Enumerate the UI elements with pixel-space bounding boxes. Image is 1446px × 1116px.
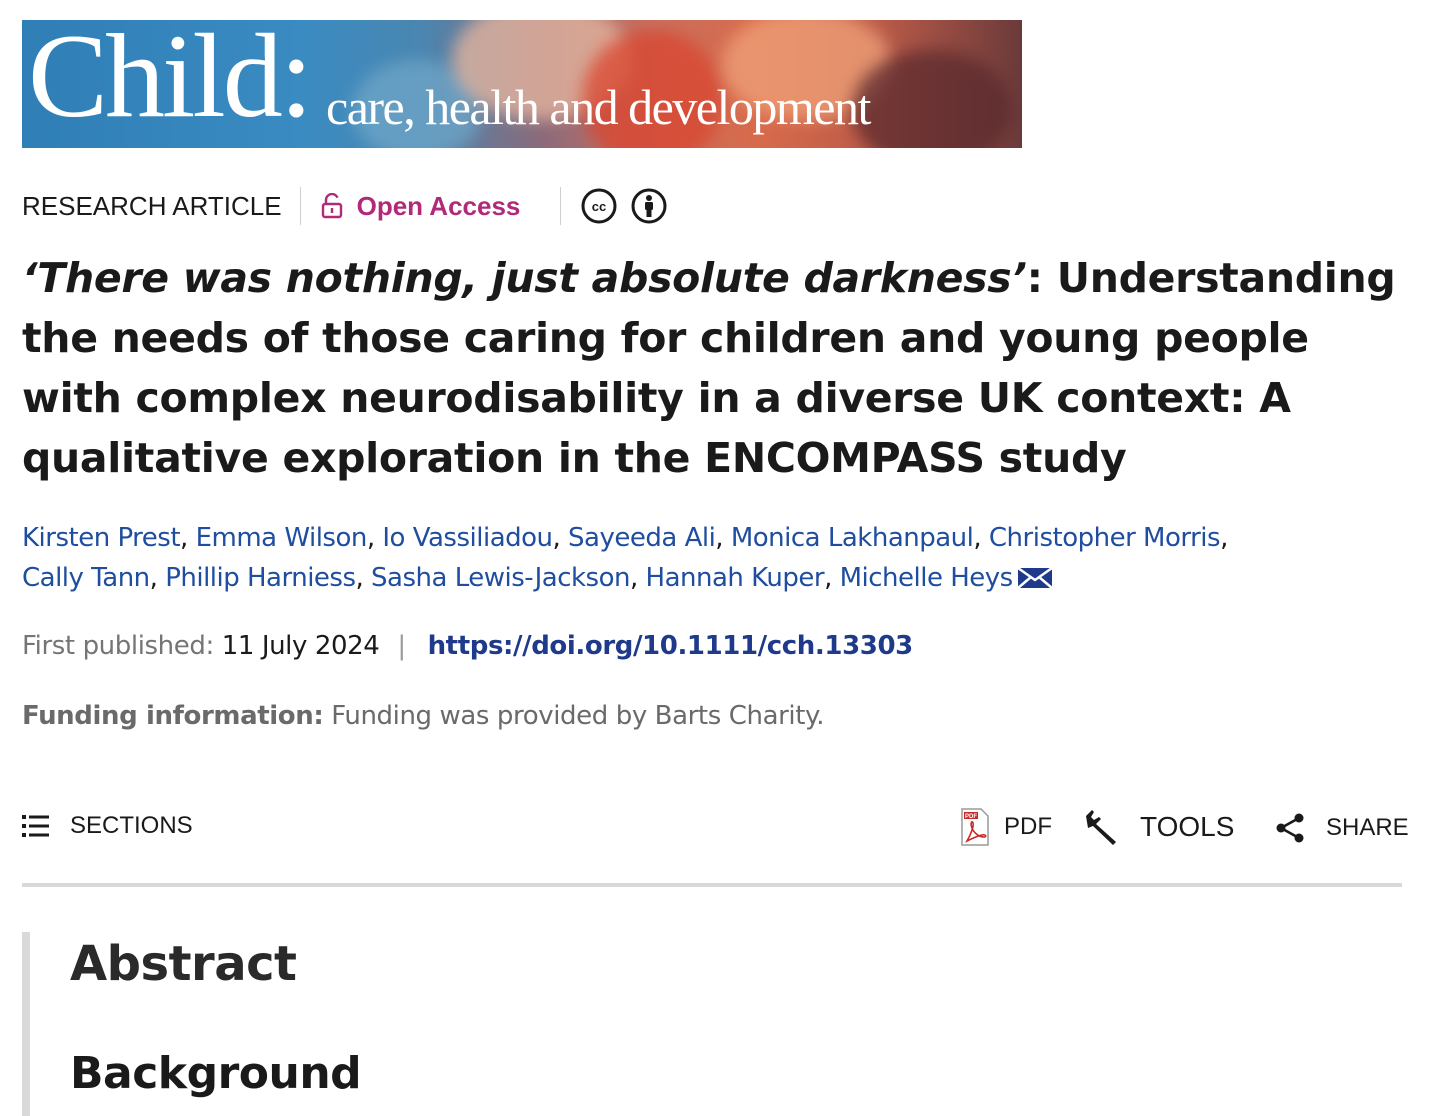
- article-title-quote: ‘There was nothing, just absolute darkne…: [22, 254, 1027, 302]
- author-list: Kirsten Prest, Emma Wilson, Io Vassiliad…: [22, 523, 1228, 593]
- wrench-icon: [1086, 810, 1116, 845]
- author-link[interactable]: Io Vassiliadou: [382, 523, 553, 553]
- author-link[interactable]: Kirsten Prest: [22, 523, 181, 553]
- pdf-button[interactable]: PDF PDF: [960, 808, 1052, 846]
- background-heading: Background: [70, 1048, 362, 1099]
- svg-text:cc: cc: [592, 199, 606, 214]
- sections-button[interactable]: SECTIONS: [22, 812, 193, 840]
- pdf-label: PDF: [1004, 813, 1052, 840]
- author-link[interactable]: Monica Lakhanpaul: [731, 523, 974, 553]
- svg-text:PDF: PDF: [965, 814, 977, 820]
- first-published-date: 11 July 2024: [221, 631, 380, 661]
- article-toolbar: SECTIONS PDF PDF TOOLS SHARE: [22, 808, 1409, 854]
- author-link[interactable]: Emma Wilson: [196, 523, 368, 553]
- funding-info: Funding information: Funding was provide…: [22, 698, 825, 734]
- open-access-label: Open Access: [356, 190, 521, 221]
- author-link[interactable]: Sasha Lewis-Jackson: [371, 563, 630, 593]
- author-link[interactable]: Michelle Heys: [840, 563, 1014, 593]
- abstract-heading: Abstract: [70, 936, 297, 992]
- share-icon: [1276, 813, 1304, 843]
- sections-label: SECTIONS: [70, 812, 193, 839]
- pub-separator: |: [397, 631, 406, 661]
- funding-label: Funding information:: [22, 701, 324, 731]
- first-published-label: First published:: [22, 631, 214, 661]
- author-link[interactable]: Cally Tann: [22, 563, 150, 593]
- pdf-file-icon: PDF: [961, 808, 989, 846]
- funding-text: Funding was provided by Barts Charity.: [331, 701, 825, 731]
- cc-icon[interactable]: cc: [581, 188, 617, 224]
- journal-banner[interactable]: Child: care, health and development: [22, 20, 1022, 148]
- license-icons[interactable]: cc: [581, 188, 667, 224]
- journal-title: Child:: [28, 20, 313, 142]
- tools-label: TOOLS: [1140, 811, 1235, 842]
- open-access-badge: Open Access: [321, 190, 521, 222]
- author-link[interactable]: Hannah Kuper: [646, 563, 825, 593]
- divider: [299, 187, 301, 225]
- list-icon: [22, 815, 49, 837]
- journal-subtitle: care, health and development: [326, 79, 871, 135]
- tools-button[interactable]: TOOLS: [1082, 808, 1234, 846]
- email-envelope-icon[interactable]: [1016, 566, 1053, 590]
- publication-info: First published: 11 July 2024 | https://…: [22, 628, 913, 664]
- article-meta-row: RESEARCH ARTICLE Open Access cc: [22, 186, 667, 226]
- unlock-icon: [321, 193, 342, 219]
- author-link[interactable]: Christopher Morris: [989, 523, 1221, 553]
- author-link[interactable]: Sayeeda Ali: [568, 523, 716, 553]
- doi-link[interactable]: https://doi.org/10.1111/cch.13303: [428, 631, 914, 661]
- by-attribution-icon[interactable]: [631, 188, 667, 224]
- share-button[interactable]: SHARE: [1274, 812, 1409, 844]
- abstract-section: Abstract Background: [22, 932, 1402, 1116]
- author-link[interactable]: Phillip Harniess: [165, 563, 356, 593]
- toolbar-divider: [22, 883, 1402, 887]
- divider: [560, 187, 562, 225]
- article-type: RESEARCH ARTICLE: [22, 190, 282, 221]
- share-label: SHARE: [1326, 814, 1409, 841]
- article-title: ‘There was nothing, just absolute darkne…: [22, 248, 1422, 488]
